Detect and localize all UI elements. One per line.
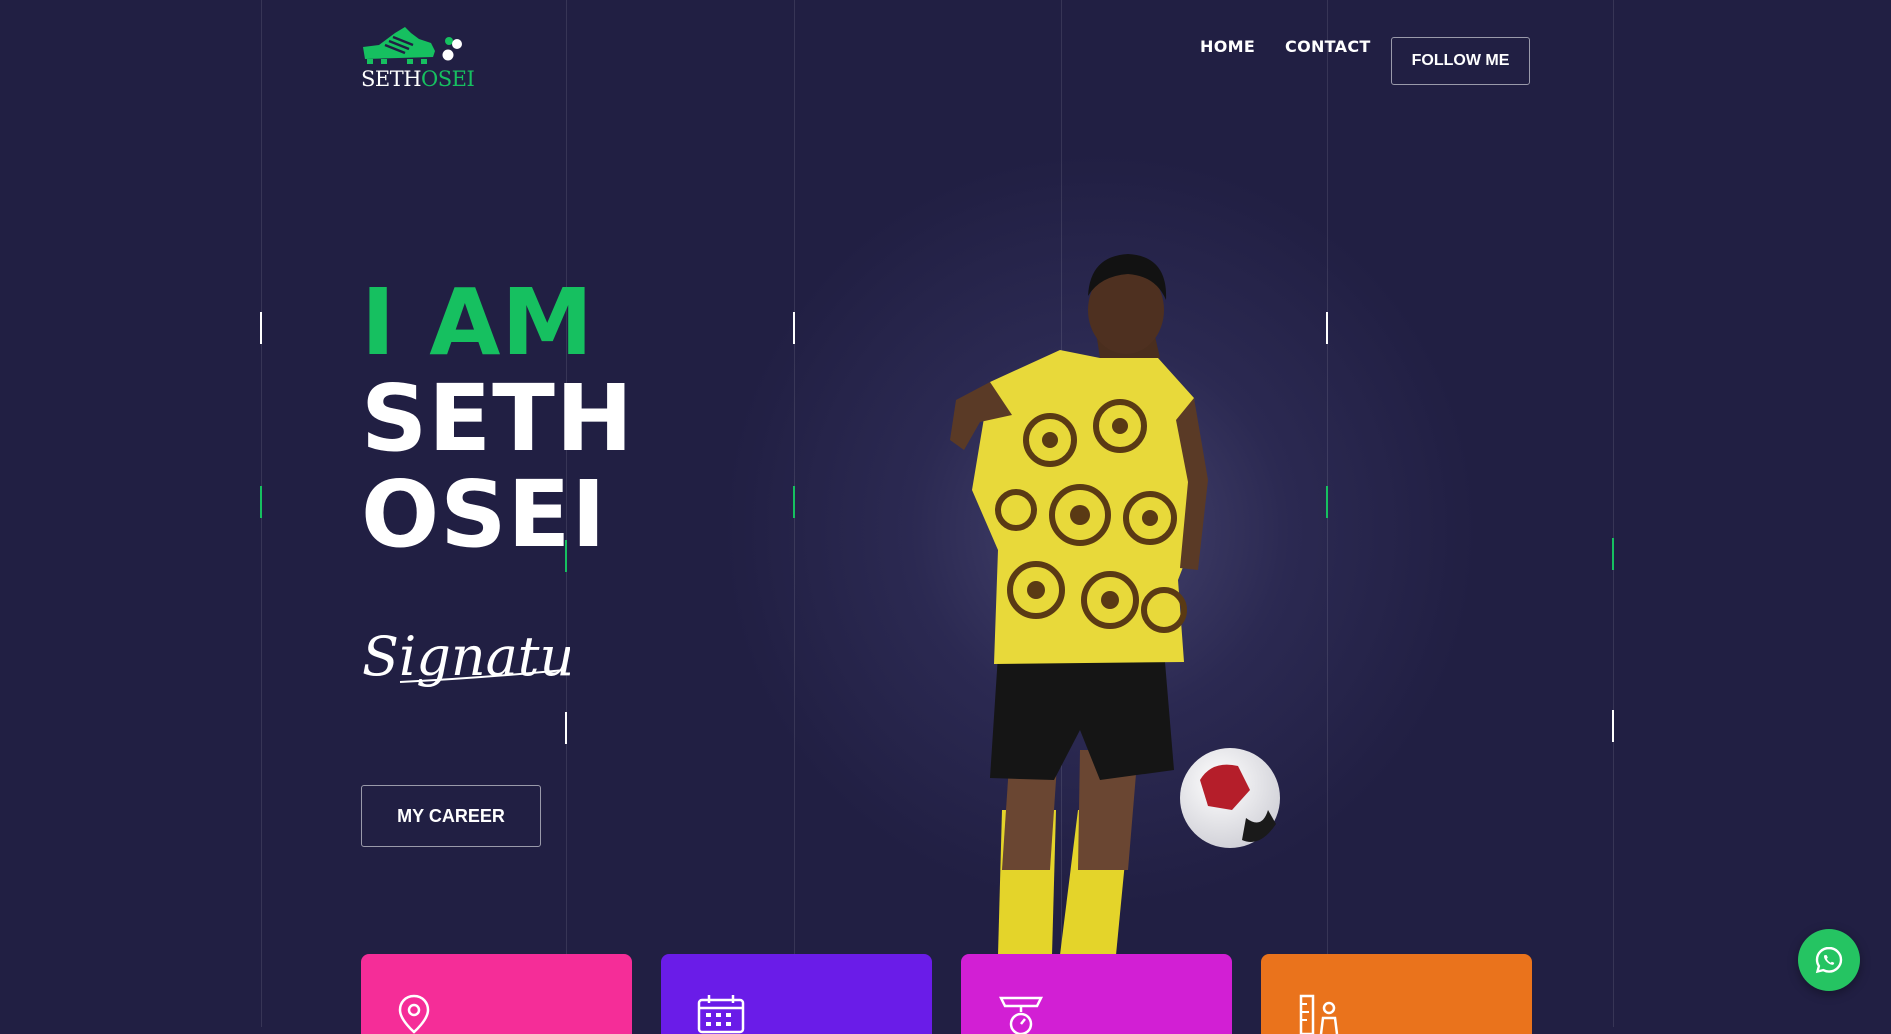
whatsapp-icon <box>1815 946 1843 974</box>
grid-marker <box>1612 710 1614 742</box>
stat-card-location <box>361 954 632 1034</box>
height-ruler-icon <box>1299 994 1339 1034</box>
grid-marker <box>1612 538 1614 570</box>
grid-marker <box>1326 486 1328 518</box>
grid-marker <box>260 312 262 344</box>
main-nav: HOME CONTACT <box>1200 37 1371 56</box>
grid-marker <box>260 486 262 518</box>
hero-line-1: I AM <box>361 269 595 376</box>
whatsapp-button[interactable] <box>1798 929 1860 991</box>
football-player-image <box>950 254 1280 955</box>
logo-last-name: OSEI <box>421 67 475 91</box>
nav-home-link[interactable]: HOME <box>1200 37 1255 56</box>
signature-image: Signature <box>362 625 570 688</box>
site-logo[interactable]: SETHOSEI <box>361 25 475 93</box>
site-header: SETHOSEI HOME CONTACT FOLLOW ME <box>0 0 1891 120</box>
stat-card-height <box>1261 954 1532 1034</box>
grid-marker <box>565 712 567 744</box>
hero-line-2: SETH <box>361 365 634 472</box>
my-career-button[interactable]: MY CAREER <box>361 785 541 847</box>
weighing-scale-icon <box>998 996 1044 1034</box>
nav-contact-link[interactable]: CONTACT <box>1285 37 1371 56</box>
stat-card-age <box>661 954 932 1034</box>
grid-marker <box>793 486 795 518</box>
grid-marker <box>1326 312 1328 344</box>
hero-heading: I AM SETH OSEI <box>361 275 634 563</box>
football-boot-icon <box>363 27 462 64</box>
grid-marker <box>793 312 795 344</box>
grid-line <box>1613 0 1614 1027</box>
follow-me-button[interactable]: FOLLOW ME <box>1391 37 1530 85</box>
hero-line-3: OSEI <box>361 461 607 568</box>
stat-card-weight <box>961 954 1232 1034</box>
logo-first-name: SETH <box>361 67 422 91</box>
location-pin-icon <box>398 994 430 1034</box>
calendar-icon <box>697 995 745 1034</box>
